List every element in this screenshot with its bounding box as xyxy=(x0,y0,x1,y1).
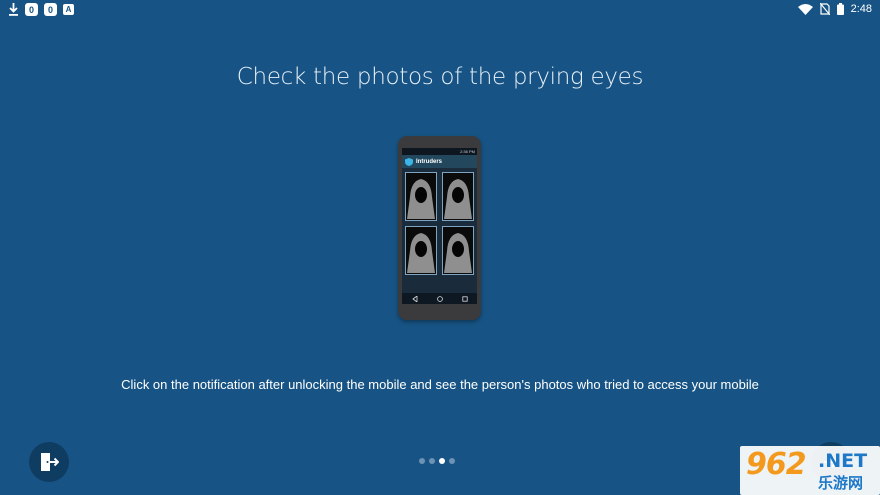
status-bar: 0 0 A 2:48 xyxy=(0,0,880,20)
phone-status-time: 2:36 PM xyxy=(460,149,475,154)
notification-badge-icon: 0 xyxy=(44,3,57,16)
status-time: 2:48 xyxy=(850,3,872,15)
page-indicator xyxy=(419,458,455,464)
back-icon xyxy=(411,295,417,302)
home-icon xyxy=(436,295,443,302)
exit-button[interactable] xyxy=(29,442,69,482)
hooded-figure-icon xyxy=(444,178,472,219)
watermark-net: .NET xyxy=(818,450,868,472)
phone-screen: 2:36 PM Intruders xyxy=(402,148,477,304)
phone-nav-bar xyxy=(402,293,477,304)
status-bar-left: 0 0 A xyxy=(8,3,74,16)
a-icon: A xyxy=(63,4,74,15)
page-title: Check the photos of the prying eyes xyxy=(236,64,644,90)
site-watermark: 962 .NET 乐游网 xyxy=(740,446,880,495)
download-icon xyxy=(9,3,18,16)
no-sim-icon xyxy=(819,3,830,15)
phone-status-bar: 2:36 PM xyxy=(402,148,477,155)
wifi-icon xyxy=(797,3,813,15)
notification-badge-icon: 0 xyxy=(25,3,38,16)
page-dot-active[interactable] xyxy=(439,458,445,464)
intruder-photo xyxy=(405,172,437,221)
shield-icon xyxy=(405,157,413,166)
phone-illustration: 2:36 PM Intruders xyxy=(398,136,481,320)
hooded-figure-icon xyxy=(407,232,435,273)
watermark-sub: 乐游网 xyxy=(818,474,864,492)
intruder-photo-grid xyxy=(405,172,474,275)
page-dot[interactable] xyxy=(419,458,425,464)
phone-app-title: Intruders xyxy=(416,158,443,165)
hooded-figure-icon xyxy=(407,178,435,219)
hooded-figure-icon xyxy=(444,232,472,273)
recents-icon xyxy=(461,295,468,302)
page-dot[interactable] xyxy=(429,458,435,464)
phone-app-bar: Intruders xyxy=(402,155,477,168)
intruder-photo xyxy=(442,172,474,221)
exit-door-icon xyxy=(41,453,59,471)
battery-icon xyxy=(836,3,844,15)
page-dot[interactable] xyxy=(449,458,455,464)
status-bar-right: 2:48 xyxy=(797,3,872,15)
watermark-main: 962 xyxy=(746,447,807,482)
onboarding-description: Click on the notification after unlockin… xyxy=(121,377,759,392)
intruder-photo xyxy=(442,226,474,275)
intruder-photo xyxy=(405,226,437,275)
